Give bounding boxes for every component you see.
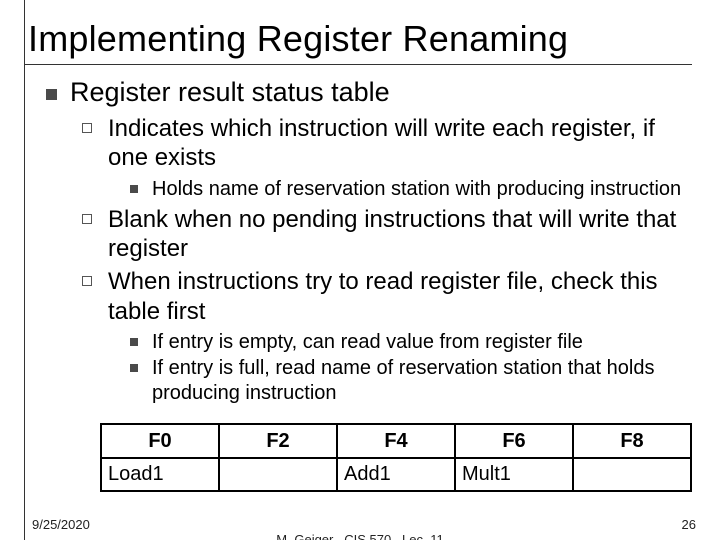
bullet-l2-0: Indicates which instruction will write e…	[82, 114, 692, 201]
bullet-l2-2-text: When instructions try to read register f…	[108, 268, 658, 324]
bullet-l3-1: If entry is empty, can read value from r…	[130, 330, 692, 354]
title-underline	[24, 64, 692, 65]
bullet-l3-2: If entry is full, read name of reservati…	[130, 356, 692, 405]
bullet-l3-0: Holds name of reservation station with p…	[130, 177, 692, 201]
slide: Implementing Register Renaming Register …	[0, 0, 720, 540]
footer-page-number: 26	[682, 517, 696, 532]
bullet-list-level3-b: If entry is empty, can read value from r…	[108, 330, 692, 405]
register-status-table: F0 F2 F4 F6 F8 Load1 Add1 Mult1	[100, 423, 692, 492]
bullet-l3-0-text: Holds name of reservation station with p…	[152, 178, 681, 200]
bullet-l3-2-text: If entry is full, read name of reservati…	[152, 357, 654, 403]
footer-date: 9/25/2020	[32, 517, 90, 532]
bullet-l2-1: Blank when no pending instructions that …	[82, 205, 692, 264]
table-header-row: F0 F2 F4 F6 F8	[101, 424, 691, 458]
slide-title: Implementing Register Renaming	[28, 18, 692, 60]
cell-f4: Add1	[337, 458, 455, 491]
col-header-f6: F6	[455, 424, 573, 458]
col-header-f8: F8	[573, 424, 691, 458]
col-header-f2: F2	[219, 424, 337, 458]
col-header-f4: F4	[337, 424, 455, 458]
left-vertical-rule	[24, 0, 25, 540]
footer-center: M. Geiger CIS 570 Lec. 11	[0, 532, 720, 540]
bullet-l2-2: When instructions try to read register f…	[82, 267, 692, 405]
table-row: Load1 Add1 Mult1	[101, 458, 691, 491]
bullet-l3-1-text: If entry is empty, can read value from r…	[152, 331, 583, 353]
cell-f8	[573, 458, 691, 491]
bullet-l2-1-text: Blank when no pending instructions that …	[108, 206, 676, 262]
bullet-l2-0-text: Indicates which instruction will write e…	[108, 115, 655, 171]
bullet-l1-0-text: Register result status table	[70, 77, 390, 107]
cell-f6: Mult1	[455, 458, 573, 491]
bullet-list-level3-a: Holds name of reservation station with p…	[108, 177, 692, 201]
bullet-l1-0: Register result status table Indicates w…	[46, 77, 692, 405]
bullet-list-level1: Register result status table Indicates w…	[28, 77, 692, 405]
cell-f0: Load1	[101, 458, 219, 491]
bullet-list-level2-a: Indicates which instruction will write e…	[70, 114, 692, 405]
col-header-f0: F0	[101, 424, 219, 458]
cell-f2	[219, 458, 337, 491]
